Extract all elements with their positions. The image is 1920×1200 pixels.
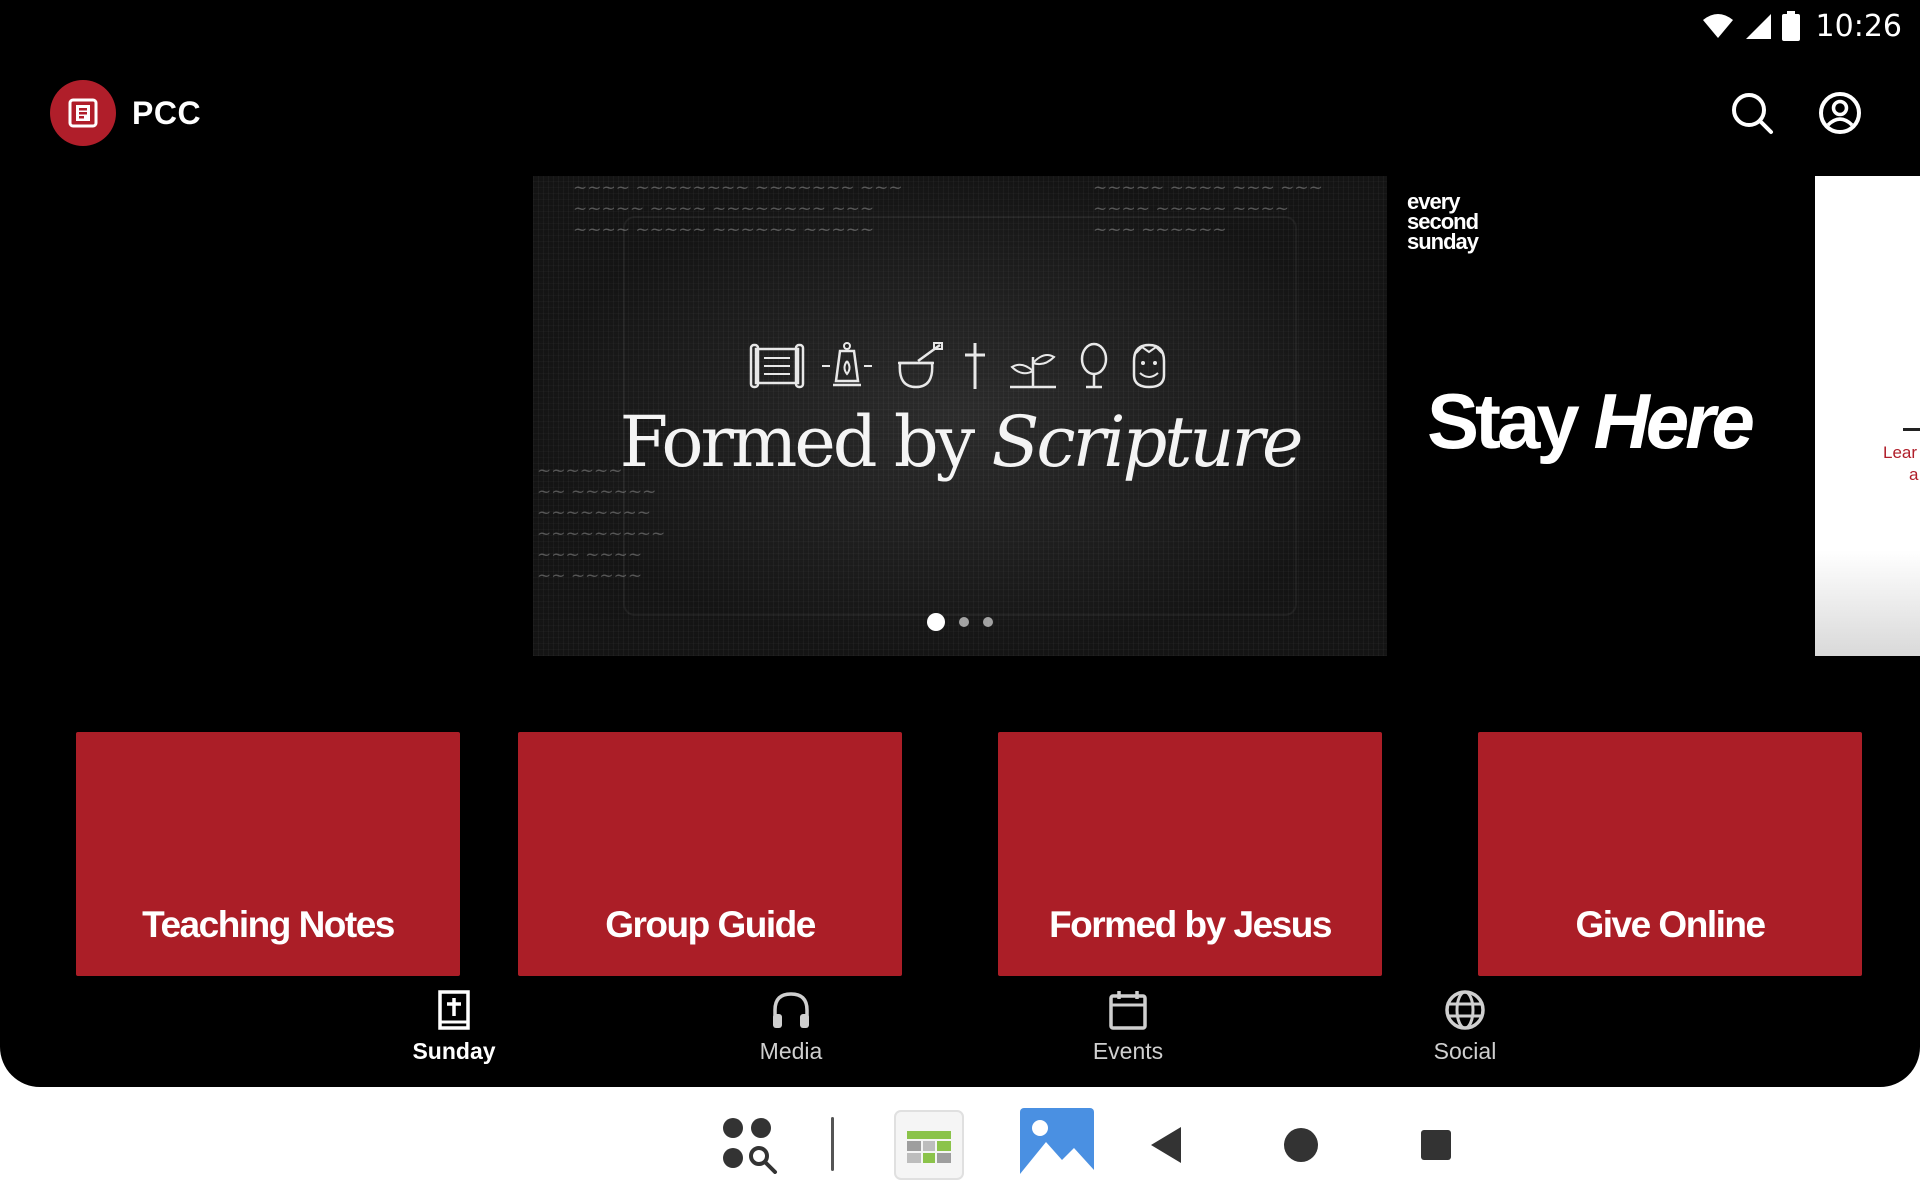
nav-label: Media <box>759 1038 823 1064</box>
banner-carousel[interactable]: ~~~~ ~~~~~~~~ ~~~~~~~ ~~~ ~~~~~ ~~~~ ~~~~… <box>0 176 1920 656</box>
carousel-slide-stay-here[interactable]: every second sunday Stay Here <box>1387 176 1815 656</box>
cell-signal-icon <box>1745 14 1771 39</box>
globe-icon <box>1445 990 1485 1030</box>
account-icon <box>1819 92 1861 134</box>
slide-next-title: Stay Here <box>1427 376 1755 467</box>
tile-teaching-notes[interactable]: Teaching Notes <box>76 732 460 976</box>
scroll-icon <box>749 343 805 389</box>
tile-label: Give Online <box>1575 904 1766 945</box>
carousel-dot-3[interactable] <box>983 617 993 627</box>
app-bar: PCC <box>50 78 1870 148</box>
back-icon <box>1151 1127 1181 1163</box>
slide-next-title-italic: Here <box>1593 377 1754 465</box>
tile-label: Formed by Jesus <box>1049 904 1332 945</box>
crowned-face-icon <box>1132 343 1166 389</box>
slide-background-script: ~~~~~ ~~~~ ~~~ ~~~ ~~~~ ~~~~~ ~~~~ ~~~ ~~~… <box>1093 178 1323 240</box>
battery-icon <box>1781 11 1800 41</box>
app-title: PCC <box>132 94 202 131</box>
nav-label: Social <box>1433 1038 1497 1064</box>
slide-title-regular: Formed by <box>619 401 992 483</box>
search-icon <box>1732 93 1773 134</box>
slide-background-script: ~~~~ ~~~~~~~~ ~~~~~~~ ~~~ ~~~~~ ~~~~ ~~~~… <box>573 178 903 240</box>
search-button[interactable] <box>1722 83 1782 143</box>
calendar-app-icon <box>894 1110 964 1180</box>
carousel-dot-1[interactable] <box>927 613 945 631</box>
sprout-icon <box>1010 354 1056 389</box>
mirror-icon <box>1080 342 1108 389</box>
headphones-icon <box>773 992 809 1028</box>
recents-button[interactable] <box>1411 1107 1461 1183</box>
calendar-icon <box>1109 991 1147 1030</box>
peek-text-line: a <box>1909 465 1919 484</box>
carousel-pagination <box>533 613 1387 631</box>
nav-item-social[interactable]: Social <box>1365 988 1565 1065</box>
book-logo-icon <box>68 98 98 128</box>
taskbar-app-calendar[interactable] <box>892 1107 966 1183</box>
lantern-icon <box>822 342 872 387</box>
wifi-icon <box>1702 14 1733 38</box>
honey-pot-icon <box>898 342 943 389</box>
tile-formed-by-jesus[interactable]: Formed by Jesus <box>998 732 1382 976</box>
account-button[interactable] <box>1810 83 1870 143</box>
quick-link-tiles: Teaching Notes Group Guide Formed by Jes… <box>0 732 1920 976</box>
nav-label: Events <box>1092 1038 1164 1064</box>
slide-title-italic: Scripture <box>991 401 1303 483</box>
taskbar-divider <box>831 1117 834 1171</box>
sword-icon <box>965 343 985 389</box>
home-icon <box>1284 1128 1318 1162</box>
taskbar-app-gallery[interactable] <box>1020 1107 1094 1183</box>
nav-item-sunday[interactable]: Sunday <box>354 988 554 1065</box>
app-screen: 10:26 PCC ~~~~ ~~~~~~~~ ~~~~~~~ ~~~ ~~~~… <box>0 0 1920 1087</box>
bottom-navigation: Sunday Media Events Social <box>0 988 1920 1078</box>
app-drawer-search-icon <box>723 1118 777 1174</box>
tile-group-guide[interactable]: Group Guide <box>518 732 902 976</box>
carousel-dot-2[interactable] <box>959 617 969 627</box>
gallery-app-icon <box>1020 1108 1094 1182</box>
recents-icon <box>1421 1130 1451 1160</box>
app-drawer-search-button[interactable] <box>715 1107 785 1183</box>
slide-title: Formed by Scripture <box>533 401 1387 483</box>
slide-tagline: every second sunday <box>1407 191 1479 254</box>
tile-give-online[interactable]: Give Online <box>1478 732 1862 976</box>
nav-item-media[interactable]: Media <box>691 988 891 1065</box>
nav-label: Sunday <box>412 1038 496 1064</box>
nav-item-events[interactable]: Events <box>1028 988 1228 1065</box>
bible-icon <box>438 990 470 1030</box>
tile-label: Teaching Notes <box>142 904 395 945</box>
slide-symbol-row <box>533 341 1387 391</box>
home-button[interactable] <box>1276 1107 1326 1183</box>
carousel-slide-formed-by-scripture[interactable]: ~~~~ ~~~~~~~~ ~~~~~~~ ~~~ ~~~~~ ~~~~ ~~~~… <box>533 176 1387 656</box>
system-navigation-bar <box>0 1087 1920 1200</box>
status-bar: 10:26 <box>1702 0 1920 52</box>
peek-text: Lear a <box>1883 442 1918 486</box>
tagline-line: sunday <box>1407 229 1479 254</box>
back-button[interactable] <box>1142 1107 1192 1183</box>
app-logo[interactable] <box>50 80 116 146</box>
peek-divider <box>1903 428 1920 431</box>
peek-text-line: Lear <box>1883 443 1918 462</box>
carousel-slide-peek[interactable]: Lear a <box>1815 176 1920 656</box>
status-clock: 10:26 <box>1815 8 1902 44</box>
tile-label: Group Guide <box>605 904 816 945</box>
slide-next-title-regular: Stay <box>1427 377 1594 465</box>
